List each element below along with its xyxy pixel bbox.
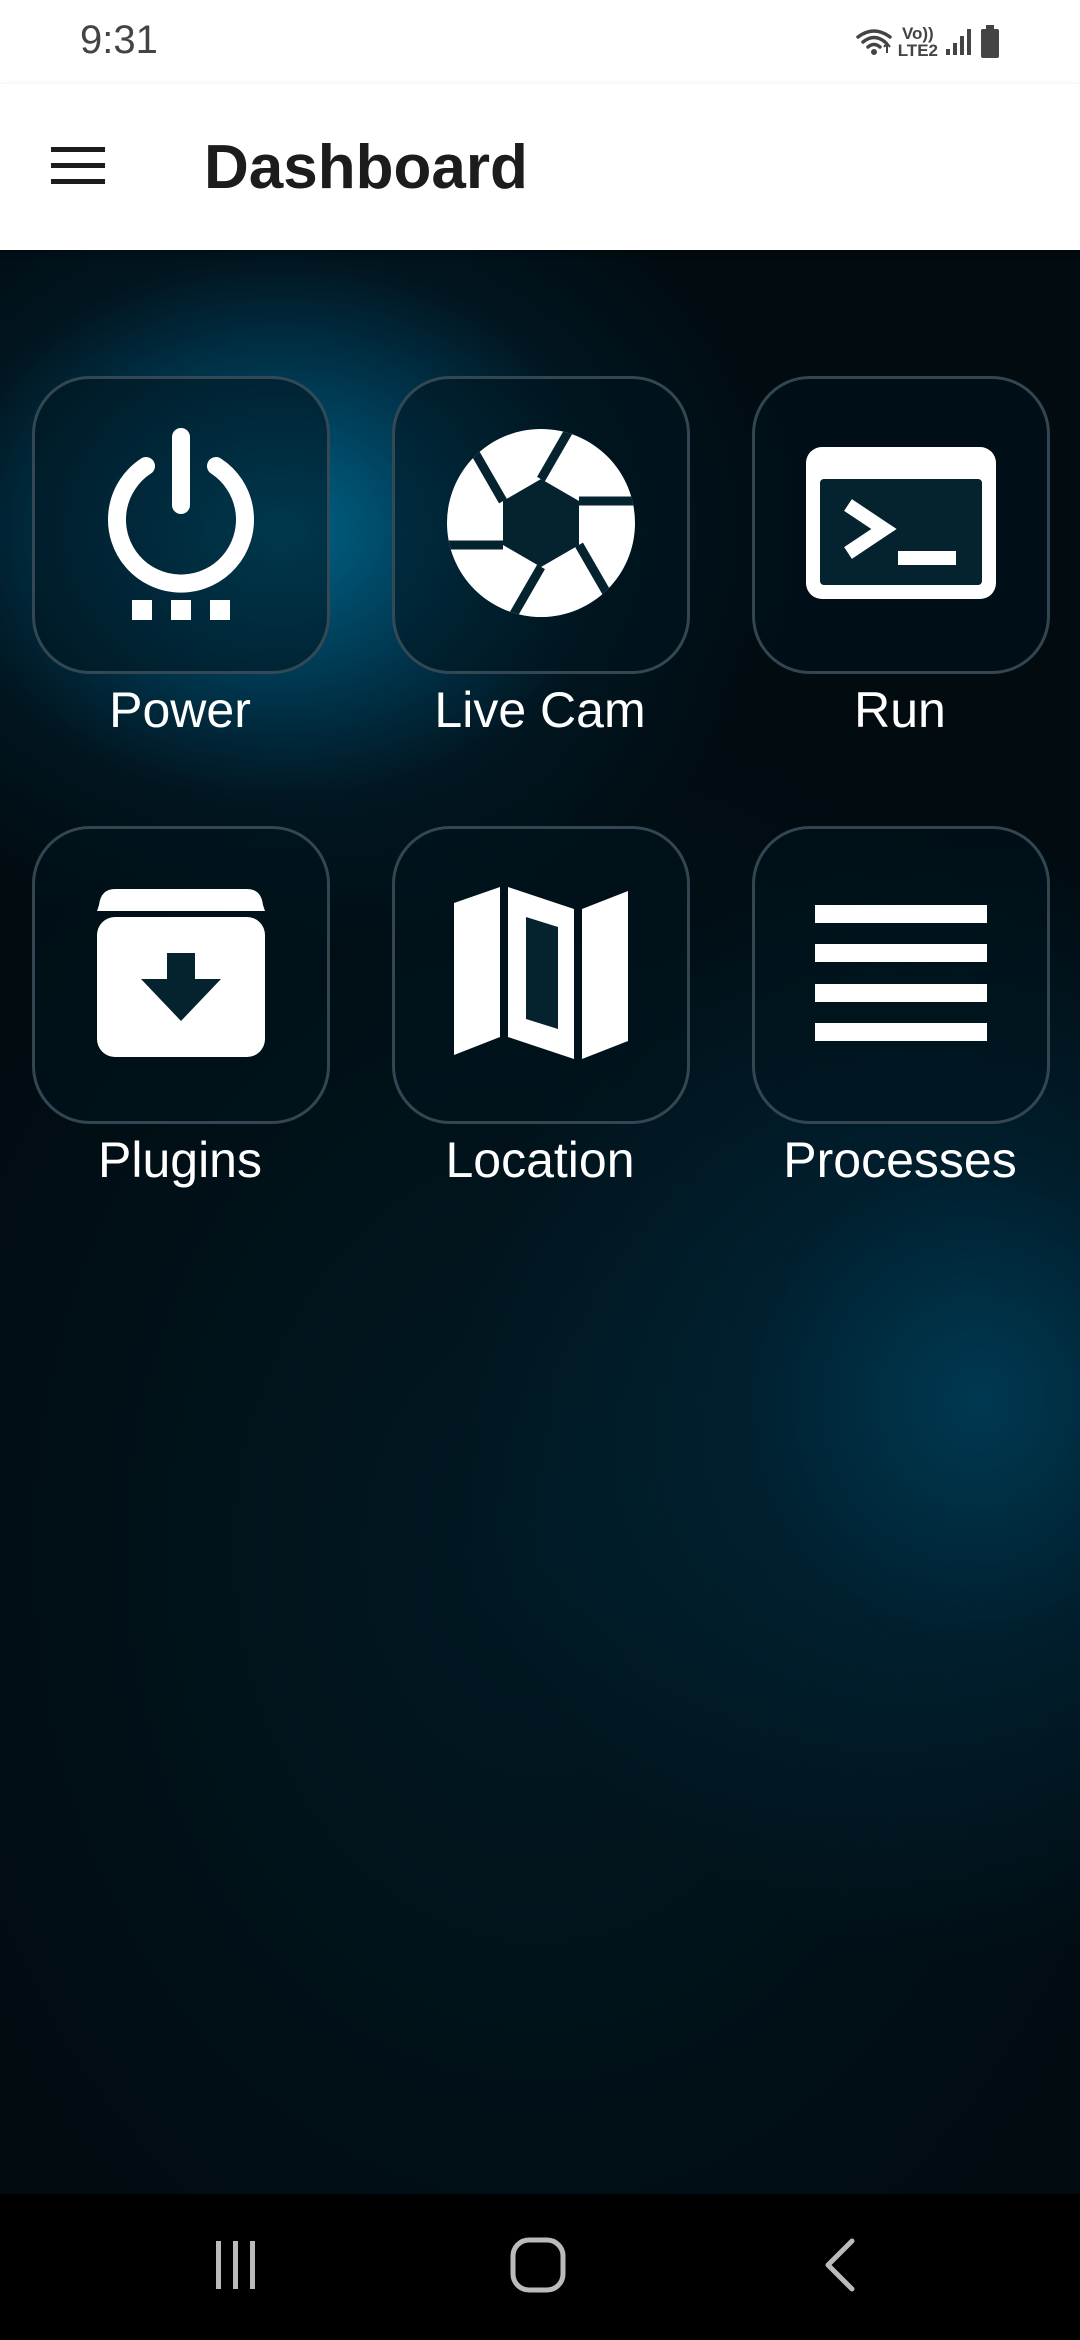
battery-icon [980,25,1000,59]
signal-icon [944,27,974,57]
hamburger-menu-icon [49,145,107,192]
volte-icon: Vo)) LTE2 [898,25,938,59]
status-icons: Vo)) LTE2 [855,20,1000,64]
page-title: Dashboard [204,133,528,202]
tile-run-label: Run [854,682,946,738]
tile-plugins-box [32,826,330,1124]
app-bar: Dashboard [0,84,1080,250]
tile-live-cam[interactable]: Live Cam [392,376,690,816]
tile-location-box [392,826,690,1124]
aperture-icon [441,423,641,628]
power-icon [96,418,266,633]
volte-label-bottom: LTE2 [897,41,938,60]
tile-run-box [752,376,1050,674]
dashboard-content: Power Live Cam Run Plugins Location Proc… [0,250,1080,2194]
tile-power-label: Power [109,682,251,738]
system-nav-bar [0,2194,1080,2340]
archive-download-icon [95,887,267,1064]
back-button[interactable] [760,2194,920,2340]
volte-label-top: Vo)) [901,24,934,43]
back-icon [822,2237,858,2298]
tile-location[interactable]: Location [392,826,690,1266]
recent-apps-icon [210,2239,262,2296]
tile-location-label: Location [445,1132,635,1188]
terminal-icon [806,446,996,604]
tile-plugins-label: Plugins [98,1132,262,1188]
tile-plugins[interactable]: Plugins [32,826,330,1266]
tile-power-box [32,376,330,674]
list-icon [815,904,987,1046]
home-button[interactable] [458,2194,618,2340]
tile-power[interactable]: Power [32,376,330,816]
tile-processes-label: Processes [783,1132,1017,1188]
tile-run[interactable]: Run [752,376,1050,816]
home-icon [510,2237,566,2298]
tile-live-cam-box [392,376,690,674]
tile-processes[interactable]: Processes [752,826,1050,1266]
recent-apps-button[interactable] [156,2194,316,2340]
menu-button[interactable] [40,134,116,202]
status-time: 9:31 [80,18,158,62]
status-bar: 9:31 Vo)) LTE2 [0,0,1080,84]
wifi-icon [855,27,892,57]
map-icon [454,886,628,1064]
tile-processes-box [752,826,1050,1124]
tile-live-cam-label: Live Cam [434,682,646,738]
